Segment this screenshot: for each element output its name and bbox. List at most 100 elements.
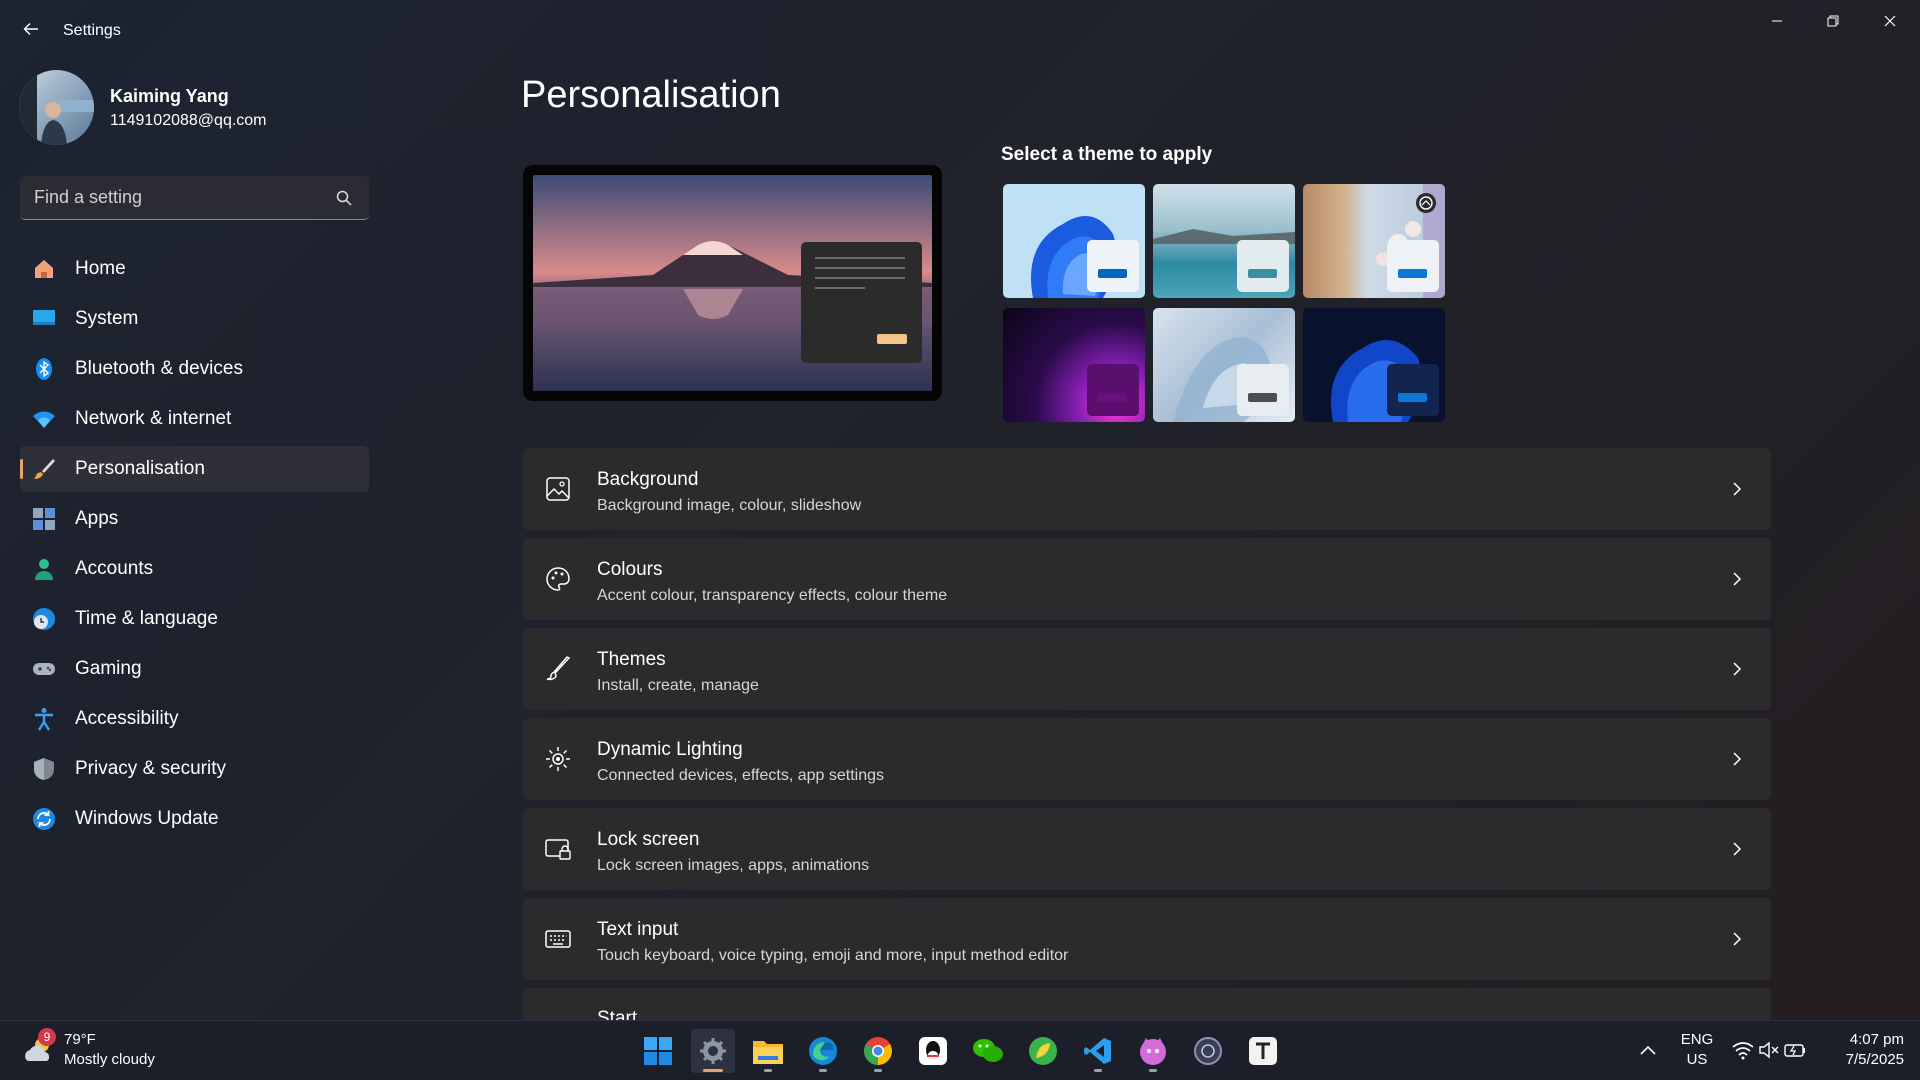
home-icon xyxy=(35,260,53,278)
running-indicator xyxy=(1149,1069,1157,1072)
wechat-icon xyxy=(973,1039,1003,1062)
taskbar-chrome[interactable] xyxy=(856,1029,900,1073)
back-arrow-icon xyxy=(23,23,38,35)
theme-grid xyxy=(1003,184,1445,422)
sidebar-item-home[interactable]: Home xyxy=(20,246,369,292)
chevron-right-icon xyxy=(1733,842,1742,856)
gamepad-icon xyxy=(33,663,55,675)
setting-dynamic-lighting[interactable]: Dynamic Lighting Connected devices, effe… xyxy=(523,718,1771,800)
windows-logo-icon xyxy=(644,1037,672,1065)
theme-preview xyxy=(523,165,942,401)
theme-tile-windows-dark[interactable] xyxy=(1303,308,1445,422)
accent-bar xyxy=(1398,393,1427,402)
circle-app-icon xyxy=(1194,1037,1222,1065)
setting-background[interactable]: Background Background image, colour, sli… xyxy=(523,448,1771,530)
setting-themes[interactable]: Themes Install, create, manage xyxy=(523,628,1771,710)
taskbar: 9 79°F Mostly cloudy ENG US 4:07 pm 7/5/… xyxy=(0,1020,1920,1080)
search-box[interactable] xyxy=(20,176,369,220)
refresh-icon xyxy=(33,808,55,830)
apps-icon xyxy=(33,508,55,530)
wifi-icon xyxy=(1732,1042,1754,1060)
running-indicator xyxy=(764,1069,772,1072)
accent-bar xyxy=(1248,393,1277,402)
sidebar-item-personalisation[interactable]: Personalisation xyxy=(20,446,369,492)
sidebar-item-label: System xyxy=(75,308,139,329)
restore-button[interactable] xyxy=(1810,6,1856,36)
accessibility-icon xyxy=(35,708,53,731)
sidebar-item-label: Apps xyxy=(75,508,119,529)
taskbar-app-cat[interactable] xyxy=(1131,1029,1175,1073)
theme-tile-flow[interactable] xyxy=(1153,308,1295,422)
avatar[interactable] xyxy=(19,70,94,145)
theme-tile-spotlight[interactable] xyxy=(1303,184,1445,298)
desktop-preview xyxy=(533,175,932,391)
edge-icon xyxy=(809,1037,837,1065)
language-line2: US xyxy=(1686,1051,1708,1068)
weather-desc: Mostly cloudy xyxy=(64,1051,155,1068)
taskbar-wechat[interactable] xyxy=(966,1029,1010,1073)
taskbar-qq[interactable] xyxy=(911,1029,955,1073)
title-bar: Settings xyxy=(0,0,1920,62)
theme-tile-windows-light[interactable] xyxy=(1003,184,1145,298)
monitor-icon xyxy=(33,310,55,325)
setting-colours[interactable]: Colours Accent colour, transparency effe… xyxy=(523,538,1771,620)
theme-tile-glow-lake[interactable] xyxy=(1153,184,1295,298)
close-icon xyxy=(1884,15,1896,27)
sidebar-item-accounts[interactable]: Accounts xyxy=(20,546,369,592)
shield-icon xyxy=(34,758,54,780)
active-indicator xyxy=(20,459,23,479)
taskbar-typora[interactable] xyxy=(1241,1029,1285,1073)
volume-muted-icon xyxy=(1759,1041,1779,1059)
accent-bar xyxy=(1098,269,1127,278)
sidebar-nav: Home System Bluetooth & devices Network … xyxy=(20,246,369,846)
running-indicator xyxy=(874,1069,882,1072)
taskbar-vscode[interactable] xyxy=(1076,1029,1120,1073)
quick-settings-button[interactable] xyxy=(1730,1037,1806,1065)
person-icon xyxy=(35,559,53,580)
sidebar-item-time-language[interactable]: Time & language xyxy=(20,596,369,642)
setting-title: Colours xyxy=(597,559,663,580)
setting-desc: Touch keyboard, voice typing, emoji and … xyxy=(597,947,1069,964)
sidebar-item-apps[interactable]: Apps xyxy=(20,496,369,542)
sidebar-item-label: Windows Update xyxy=(75,808,219,829)
sidebar-item-network[interactable]: Network & internet xyxy=(20,396,369,442)
language-indicator[interactable]: ENG US xyxy=(1676,1031,1718,1071)
taskbar-edge[interactable] xyxy=(801,1029,845,1073)
sidebar-item-privacy-security[interactable]: Privacy & security xyxy=(20,746,369,792)
sidebar-item-windows-update[interactable]: Windows Update xyxy=(20,796,369,842)
preview-window-mock xyxy=(801,242,922,363)
taskbar-app-green[interactable] xyxy=(1021,1029,1065,1073)
brush-icon xyxy=(546,656,571,681)
sidebar-item-label: Bluetooth & devices xyxy=(75,358,243,379)
taskbar-app-circle[interactable] xyxy=(1186,1029,1230,1073)
search-icon[interactable] xyxy=(335,189,353,207)
sidebar-item-label: Privacy & security xyxy=(75,758,226,779)
taskbar-settings[interactable] xyxy=(691,1029,735,1073)
chevron-right-icon xyxy=(1733,662,1742,676)
running-indicator xyxy=(1094,1069,1102,1072)
show-hidden-icons-button[interactable] xyxy=(1636,1039,1660,1063)
start-button[interactable] xyxy=(636,1029,680,1073)
cat-app-icon xyxy=(1140,1038,1166,1065)
setting-lock-screen[interactable]: Lock screen Lock screen images, apps, an… xyxy=(523,808,1771,890)
user-profile[interactable]: Kaiming Yang 1149102088@qq.com xyxy=(19,70,379,145)
sidebar-item-accessibility[interactable]: Accessibility xyxy=(20,696,369,742)
user-name: Kaiming Yang xyxy=(110,86,229,106)
setting-text-input[interactable]: Text input Touch keyboard, voice typing,… xyxy=(523,898,1771,980)
back-button[interactable] xyxy=(16,14,46,44)
lock-screen-icon xyxy=(545,839,571,860)
search-input[interactable] xyxy=(20,176,369,219)
sidebar-item-gaming[interactable]: Gaming xyxy=(20,646,369,692)
taskbar-file-explorer[interactable] xyxy=(746,1029,790,1073)
sidebar-item-bluetooth[interactable]: Bluetooth & devices xyxy=(20,346,369,392)
accent-bar xyxy=(1248,269,1277,278)
chevron-right-icon xyxy=(1733,932,1742,946)
clock[interactable]: 4:07 pm 7/5/2025 xyxy=(1820,1031,1904,1071)
keyboard-icon xyxy=(545,930,571,948)
close-button[interactable] xyxy=(1867,6,1913,36)
theme-tile-sunrise[interactable] xyxy=(1003,308,1145,422)
setting-title: Lock screen xyxy=(597,829,700,850)
setting-title: Dynamic Lighting xyxy=(597,739,743,760)
sidebar-item-system[interactable]: System xyxy=(20,296,369,342)
minimize-button[interactable] xyxy=(1754,6,1800,36)
